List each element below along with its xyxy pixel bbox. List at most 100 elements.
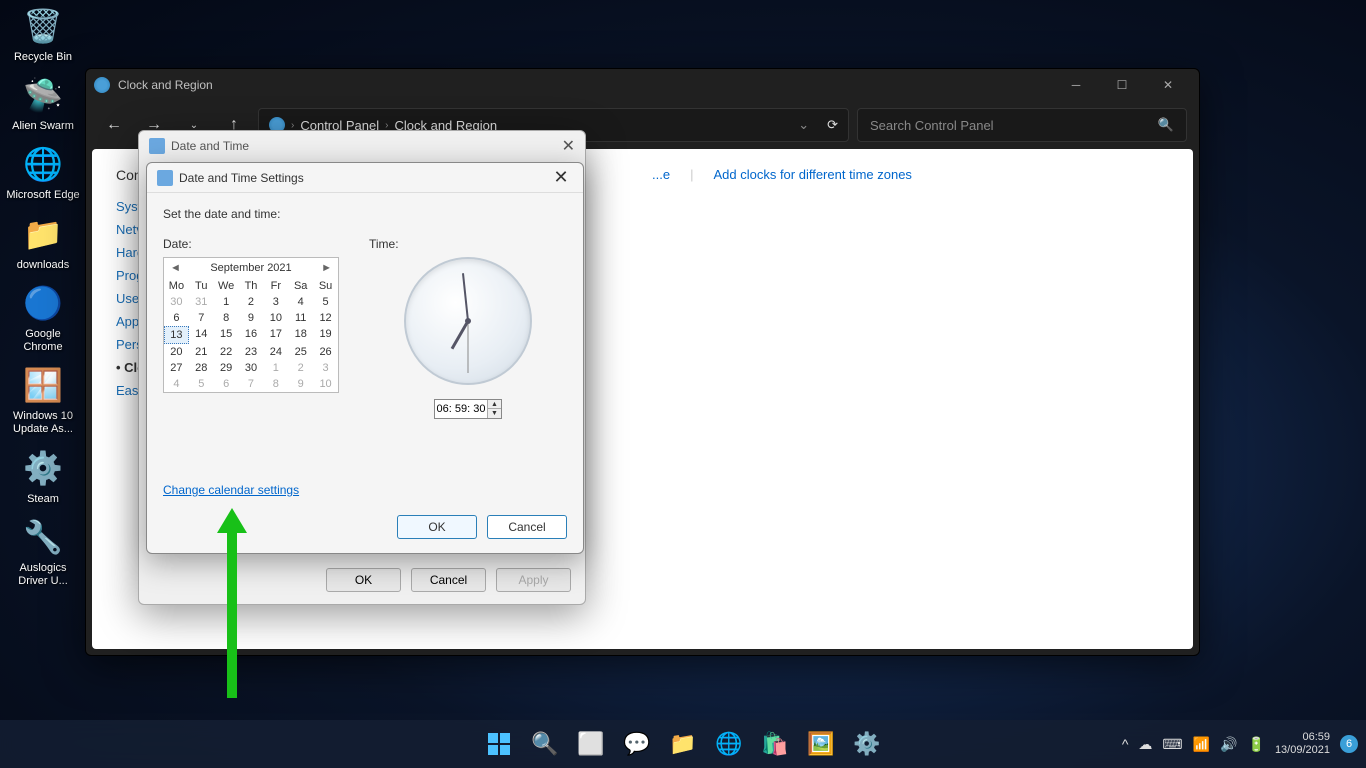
battery-icon[interactable]: 🔋 (1248, 736, 1265, 753)
calendar-day[interactable]: 6 (164, 310, 189, 326)
tray-overflow-icon[interactable]: ^ (1122, 736, 1129, 752)
calendar-day[interactable]: 30 (239, 360, 264, 376)
change-calendar-settings-link[interactable]: Change calendar settings (163, 483, 299, 497)
search-icon[interactable]: 🔍 (1158, 117, 1174, 133)
settings-titlebar[interactable]: Date and Time Settings ✕ (147, 163, 583, 193)
calendar-day[interactable]: 15 (214, 326, 239, 344)
spin-down-button[interactable]: ▼ (488, 409, 501, 418)
close-button[interactable]: ✕ (549, 167, 573, 188)
calendar-day[interactable]: 21 (189, 344, 214, 360)
ok-button[interactable]: OK (397, 515, 477, 539)
calendar-day[interactable]: 31 (189, 294, 214, 310)
time-field[interactable] (435, 403, 487, 415)
calendar-day[interactable]: 9 (239, 310, 264, 326)
maximize-button[interactable]: ☐ (1099, 70, 1145, 100)
calendar-day[interactable]: 19 (313, 326, 338, 344)
calendar-day[interactable]: 23 (239, 344, 264, 360)
cancel-button[interactable]: Cancel (487, 515, 567, 539)
close-button[interactable]: ✕ (1145, 70, 1191, 100)
calendar-day[interactable]: 14 (189, 326, 214, 344)
desktop-icon-google-chrome[interactable]: 🔵Google Chrome (5, 282, 81, 354)
wifi-icon[interactable]: 📶 (1193, 736, 1210, 753)
calendar-day[interactable]: 4 (288, 294, 313, 310)
store-icon[interactable]: 🛍️ (755, 724, 795, 764)
language-icon[interactable]: ⌨ (1162, 736, 1182, 753)
calendar-day[interactable]: 4 (164, 376, 189, 392)
edge-icon[interactable]: 🌐 (709, 724, 749, 764)
volume-icon[interactable]: 🔊 (1220, 736, 1237, 753)
cancel-button[interactable]: Cancel (411, 568, 486, 592)
desktop-icon-windows-10-update[interactable]: 🪟Windows 10 Update As... (5, 364, 81, 436)
desktop-icon-microsoft-edge[interactable]: 🌐Microsoft Edge (5, 143, 81, 202)
desktop-icon-recycle-bin[interactable]: 🗑️Recycle Bin (5, 5, 81, 64)
search-box[interactable]: Search Control Panel 🔍 (857, 108, 1187, 142)
calendar-day[interactable]: 25 (288, 344, 313, 360)
task-view-button[interactable]: ⬜ (571, 724, 611, 764)
calendar-day[interactable]: 7 (189, 310, 214, 326)
next-month-button[interactable]: ► (321, 262, 332, 274)
calendar-day[interactable]: 8 (214, 310, 239, 326)
calendar-day[interactable]: 27 (164, 360, 189, 376)
task-link-add-clocks[interactable]: Add clocks for different time zones (713, 167, 911, 182)
calendar-day[interactable]: 5 (313, 294, 338, 310)
control-panel-titlebar[interactable]: Clock and Region ─ ☐ ✕ (86, 69, 1199, 101)
back-button[interactable]: ← (98, 109, 130, 141)
settings-icon[interactable]: ⚙️ (847, 724, 887, 764)
task-link[interactable]: ...e (652, 167, 670, 182)
calendar-day[interactable]: 5 (189, 376, 214, 392)
spin-up-button[interactable]: ▲ (488, 400, 501, 409)
calendar-day[interactable]: 9 (288, 376, 313, 392)
calendar-day[interactable]: 8 (263, 376, 288, 392)
search-button[interactable]: 🔍 (525, 724, 565, 764)
icon-label: Recycle Bin (5, 51, 81, 64)
calendar-day[interactable]: 7 (239, 376, 264, 392)
date-time-titlebar[interactable]: Date and Time ✕ (139, 131, 585, 161)
calendar-day[interactable]: 28 (189, 360, 214, 376)
calendar-day[interactable]: 2 (239, 294, 264, 310)
clock-icon (157, 170, 173, 186)
tray-clock[interactable]: 06:59 13/09/2021 (1275, 731, 1330, 757)
month-year-label[interactable]: September 2021 (210, 262, 291, 274)
calendar-day[interactable]: 6 (214, 376, 239, 392)
start-button[interactable] (479, 724, 519, 764)
hour-hand (451, 320, 470, 349)
tray-time: 06:59 (1275, 731, 1330, 744)
notification-badge[interactable]: 6 (1340, 735, 1358, 753)
chat-icon[interactable]: 💬 (617, 724, 657, 764)
file-explorer-icon[interactable]: 📁 (663, 724, 703, 764)
calendar-day[interactable]: 2 (288, 360, 313, 376)
calendar-day[interactable]: 10 (313, 376, 338, 392)
calendar-day[interactable]: 22 (214, 344, 239, 360)
calendar-day[interactable]: 20 (164, 344, 189, 360)
desktop-icon-auslogics[interactable]: 🔧Auslogics Driver U... (5, 516, 81, 588)
photos-icon[interactable]: 🖼️ (801, 724, 841, 764)
close-button[interactable]: ✕ (562, 136, 575, 156)
time-spinner[interactable]: ▲ ▼ (434, 399, 502, 419)
prev-month-button[interactable]: ◄ (170, 262, 181, 274)
refresh-icon[interactable]: ⟳ (827, 117, 838, 133)
ok-button[interactable]: OK (326, 568, 401, 592)
calendar-day[interactable]: 3 (263, 294, 288, 310)
onedrive-icon[interactable]: ☁ (1138, 736, 1152, 753)
calendar-day[interactable]: 12 (313, 310, 338, 326)
calendar-day[interactable]: 18 (288, 326, 313, 344)
calendar-day[interactable]: 1 (214, 294, 239, 310)
calendar-day[interactable]: 3 (313, 360, 338, 376)
calendar-day[interactable]: 29 (214, 360, 239, 376)
desktop-icon-alien-swarm[interactable]: 🛸Alien Swarm (5, 74, 81, 133)
calendar-day[interactable]: 26 (313, 344, 338, 360)
calendar-day[interactable]: 1 (263, 360, 288, 376)
calendar-day[interactable]: 24 (263, 344, 288, 360)
desktop-icon-steam[interactable]: ⚙️Steam (5, 447, 81, 506)
address-dropdown-icon[interactable]: ⌄ (798, 117, 809, 133)
tray-date: 13/09/2021 (1275, 744, 1330, 757)
calendar-day[interactable]: 11 (288, 310, 313, 326)
calendar-day[interactable]: 17 (263, 326, 288, 344)
calendar-day[interactable]: 13 (164, 326, 189, 344)
calendar-day[interactable]: 10 (263, 310, 288, 326)
calendar-day[interactable]: 30 (164, 294, 189, 310)
microsoft-edge-icon: 🌐 (22, 143, 64, 185)
calendar-day[interactable]: 16 (239, 326, 264, 344)
desktop-icon-downloads[interactable]: 📁downloads (5, 213, 81, 272)
minimize-button[interactable]: ─ (1053, 70, 1099, 100)
